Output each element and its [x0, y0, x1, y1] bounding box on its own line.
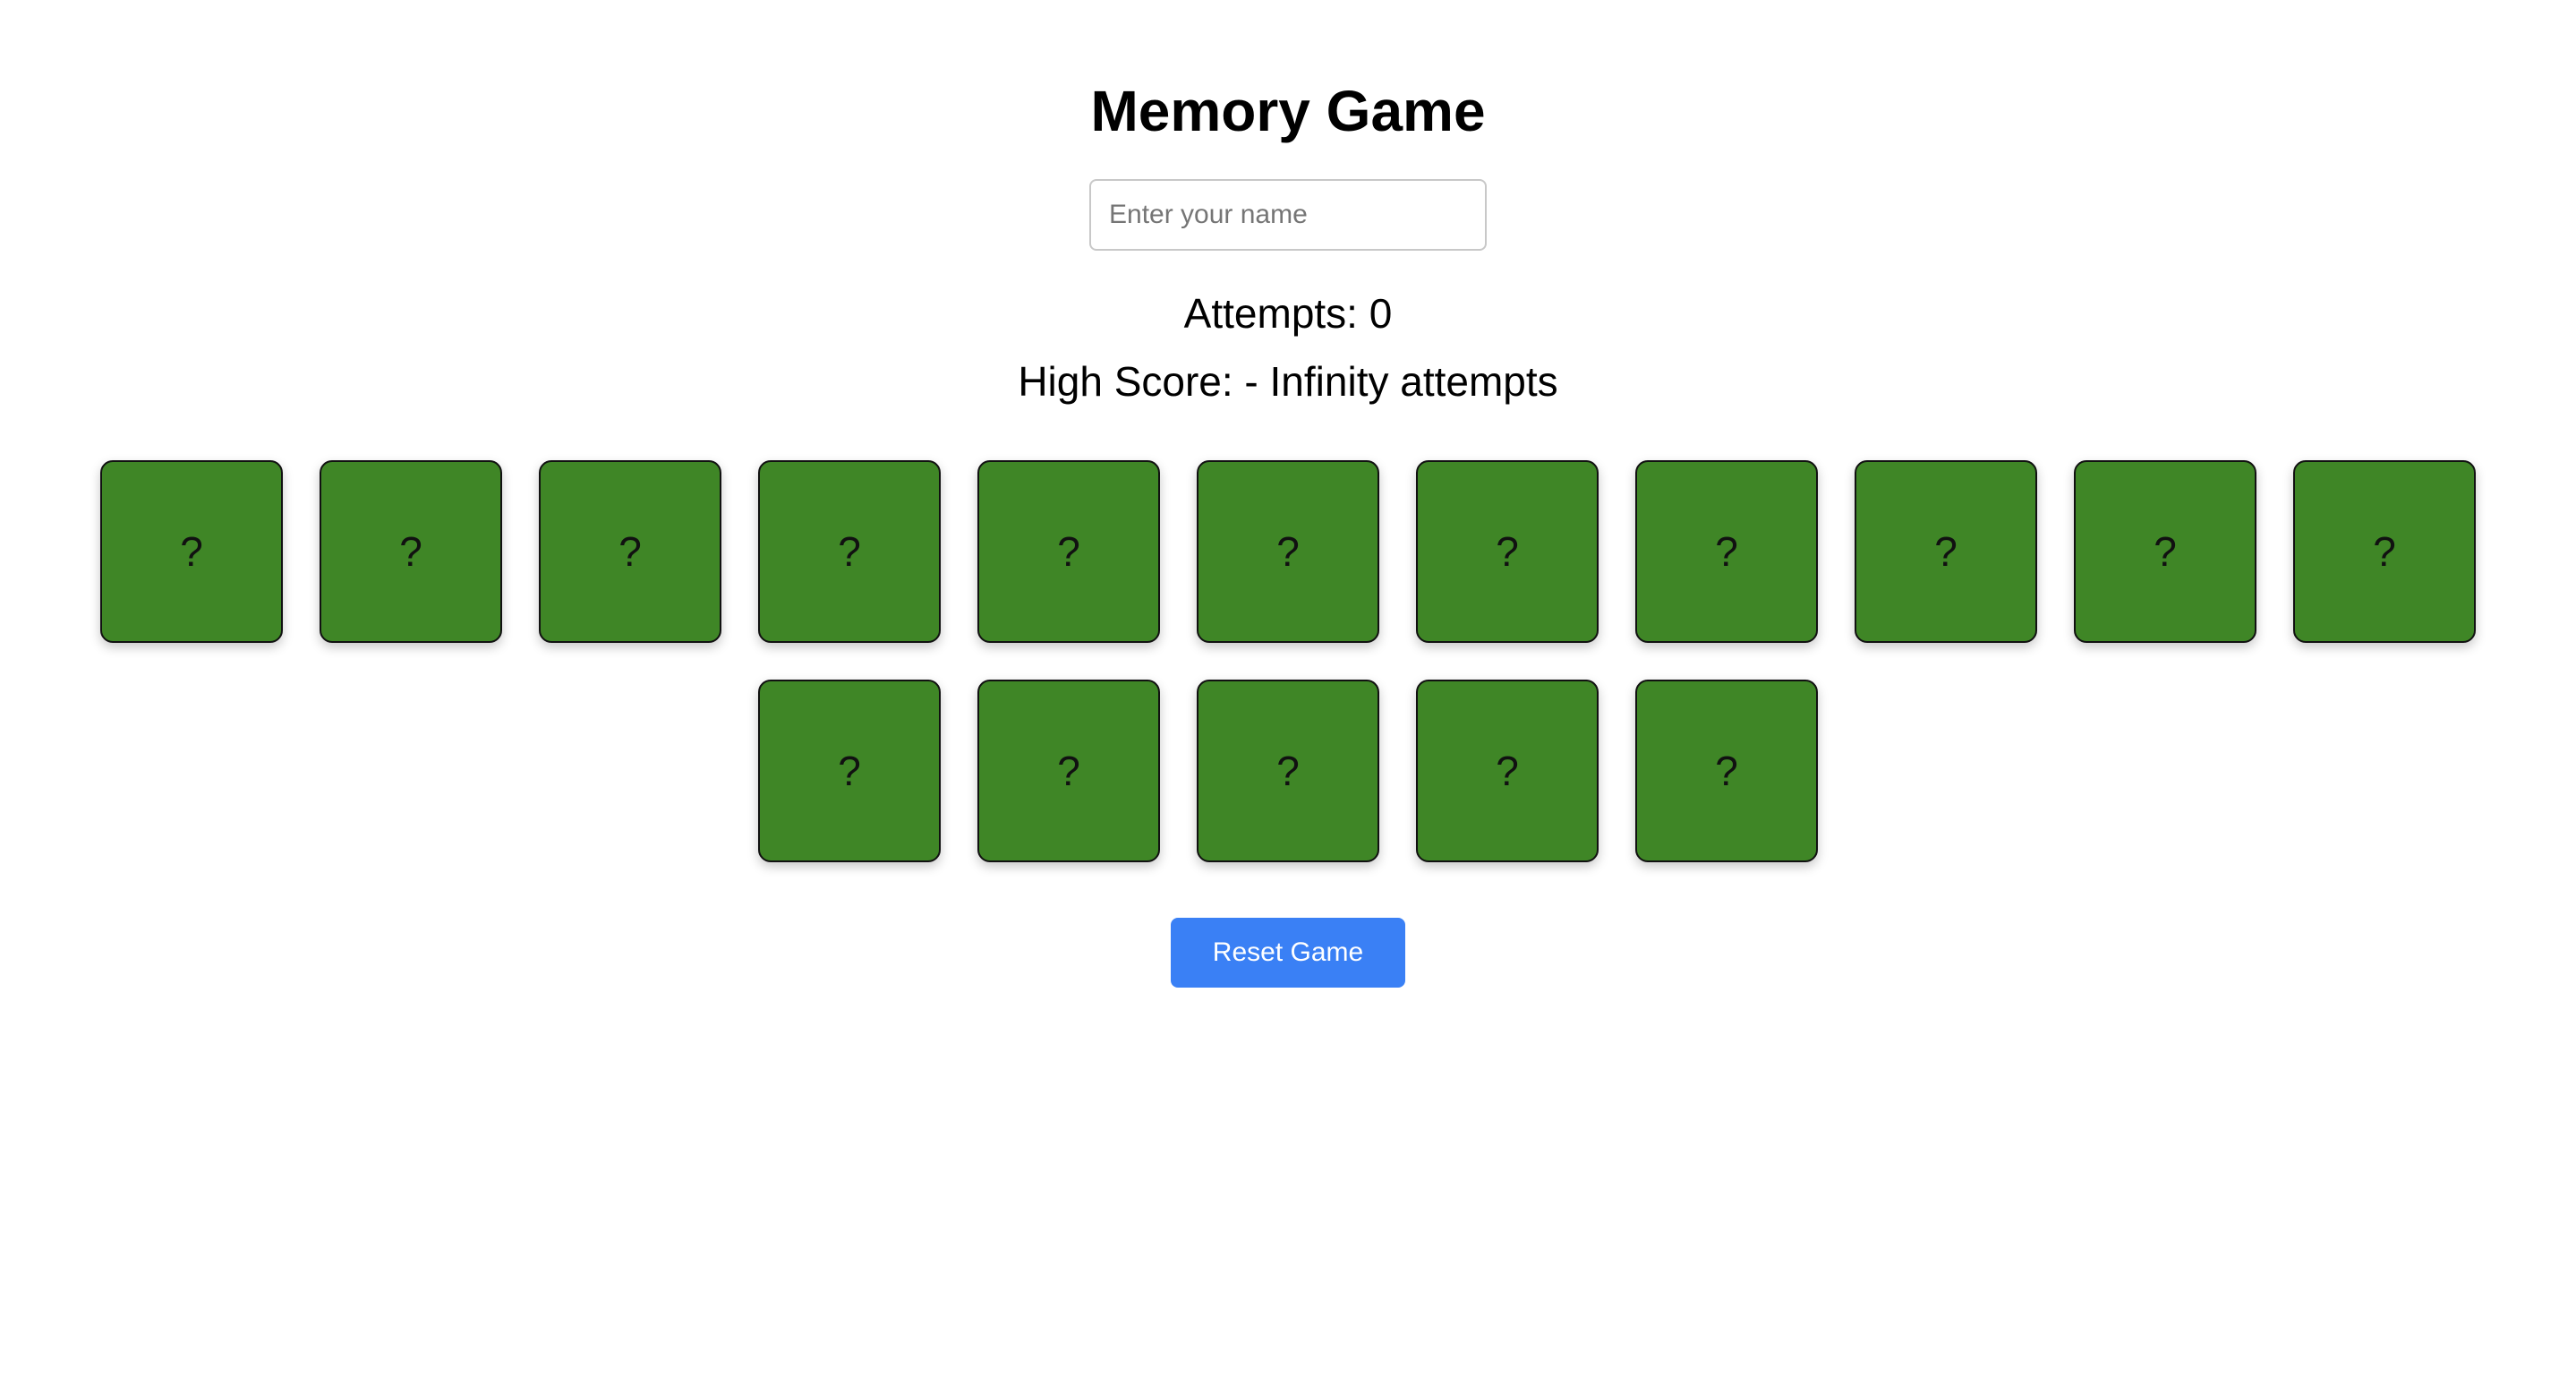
memory-card[interactable]: ?: [758, 680, 941, 862]
memory-card[interactable]: ?: [2293, 460, 2476, 643]
high-score-display: High Score: - Infinity attempts: [1018, 358, 1558, 405]
memory-card[interactable]: ?: [977, 460, 1160, 643]
memory-card[interactable]: ?: [2074, 460, 2256, 643]
page-title: Memory Game: [1090, 79, 1486, 143]
memory-card[interactable]: ?: [539, 460, 721, 643]
memory-card[interactable]: ?: [1416, 460, 1599, 643]
memory-card[interactable]: ?: [758, 460, 941, 643]
name-input[interactable]: [1089, 179, 1487, 251]
card-grid: ? ? ? ? ? ? ? ? ? ? ? ? ? ? ? ?: [85, 460, 2491, 862]
attempts-counter: Attempts: 0: [1183, 290, 1393, 337]
memory-card[interactable]: ?: [1197, 460, 1379, 643]
memory-card[interactable]: ?: [1635, 680, 1818, 862]
memory-card[interactable]: ?: [1635, 460, 1818, 643]
memory-game-app: Memory Game Attempts: 0 High Score: - In…: [0, 0, 2576, 988]
memory-card[interactable]: ?: [320, 460, 502, 643]
memory-card[interactable]: ?: [1855, 460, 2037, 643]
memory-card[interactable]: ?: [977, 680, 1160, 862]
memory-card[interactable]: ?: [1197, 680, 1379, 862]
memory-card[interactable]: ?: [100, 460, 283, 643]
reset-game-button[interactable]: Reset Game: [1171, 918, 1405, 988]
memory-card[interactable]: ?: [1416, 680, 1599, 862]
